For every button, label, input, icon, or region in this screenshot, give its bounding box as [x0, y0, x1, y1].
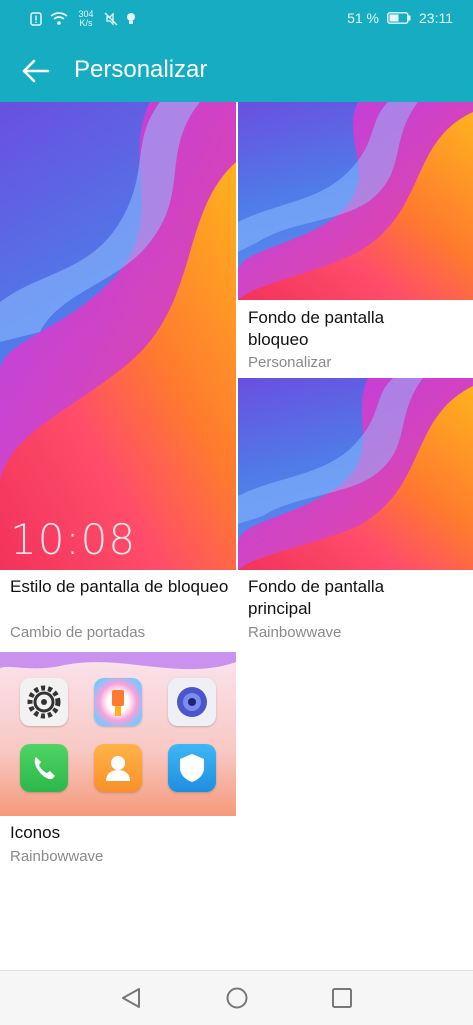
lock-wallpaper-preview — [238, 102, 473, 300]
lock-style-title: Estilo de pantalla de bloqueo — [10, 577, 229, 596]
back-triangle-icon — [122, 988, 140, 1008]
status-left: 304 K/s — [30, 10, 136, 28]
lock-style-card[interactable]: 10:08 Estilo de pantalla de bloqueo Camb… — [0, 102, 236, 650]
lock-style-subtitle: Cambio de portadas — [10, 624, 146, 641]
themes-icon — [94, 678, 142, 726]
net-speed: 304 K/s — [76, 10, 96, 28]
home-wallpaper-card[interactable]: Fondo de pantalla principal Rainbowwave — [238, 378, 473, 650]
navigation-bar — [0, 970, 473, 1025]
icons-preview — [0, 652, 236, 816]
status-right: 51 % 23:11 — [347, 10, 453, 26]
icons-title: Iconos — [10, 823, 61, 842]
lock-wallpaper-card[interactable]: Fondo de pantalla bloqueo Personalizar — [238, 102, 473, 376]
lock-style-preview: 10:08 — [0, 102, 236, 570]
recents-square-icon — [332, 988, 352, 1008]
alert-icon — [30, 12, 42, 26]
nav-back-button[interactable] — [116, 983, 146, 1013]
lock-wallpaper-subtitle: Personalizar — [248, 354, 332, 371]
nav-recents-button[interactable] — [327, 983, 357, 1013]
phone-icon — [20, 744, 68, 792]
app-bar: Personalizar — [0, 40, 473, 102]
security-icon — [168, 744, 216, 792]
settings-icon — [20, 678, 68, 726]
nav-home-button[interactable] — [222, 983, 252, 1013]
arrow-left-icon — [22, 59, 50, 83]
page-title: Personalizar — [74, 56, 208, 83]
battery-icon — [387, 12, 411, 24]
battery-percent: 51 % — [347, 10, 379, 26]
lock-clock: 10:08 — [10, 515, 137, 564]
home-wallpaper-subtitle: Rainbowwave — [248, 624, 342, 641]
back-button[interactable] — [18, 53, 54, 89]
home-wallpaper-preview — [238, 378, 473, 570]
status-bar: 304 K/s 51 % 23:11 — [0, 0, 473, 40]
net-speed-unit: K/s — [79, 18, 93, 28]
status-time: 23:11 — [419, 10, 453, 26]
icons-subtitle: Rainbowwave — [10, 848, 104, 865]
bulb-icon — [127, 13, 135, 24]
lock-wallpaper-title: Fondo de pantalla bloqueo — [248, 308, 385, 349]
contacts-icon — [94, 744, 142, 792]
home-circle-icon — [226, 987, 248, 1009]
home-wallpaper-title: Fondo de pantalla principal — [248, 577, 385, 618]
mute-icon — [104, 12, 118, 26]
wifi-icon — [50, 12, 68, 25]
icons-card[interactable]: Iconos Rainbowwave — [0, 652, 236, 878]
camera-icon — [168, 678, 216, 726]
